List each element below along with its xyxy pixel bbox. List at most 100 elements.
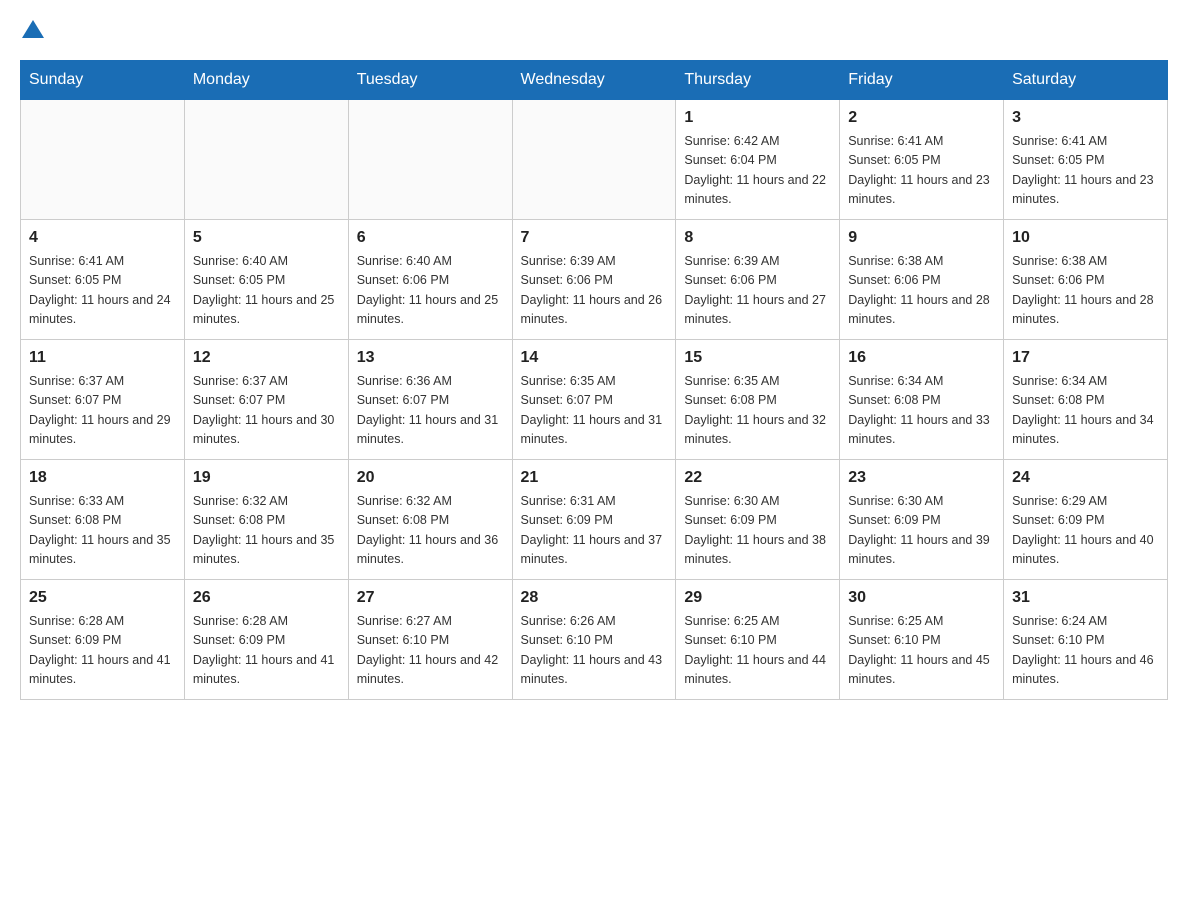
- day-info: Sunrise: 6:25 AM Sunset: 6:10 PM Dayligh…: [848, 612, 995, 690]
- calendar-cell: [184, 100, 348, 220]
- calendar-cell: 26Sunrise: 6:28 AM Sunset: 6:09 PM Dayli…: [184, 580, 348, 700]
- calendar-week-row: 18Sunrise: 6:33 AM Sunset: 6:08 PM Dayli…: [21, 460, 1168, 580]
- day-header-tuesday: Tuesday: [348, 61, 512, 100]
- day-number: 14: [521, 346, 668, 370]
- calendar-week-row: 25Sunrise: 6:28 AM Sunset: 6:09 PM Dayli…: [21, 580, 1168, 700]
- day-info: Sunrise: 6:37 AM Sunset: 6:07 PM Dayligh…: [193, 372, 340, 450]
- calendar-cell: 11Sunrise: 6:37 AM Sunset: 6:07 PM Dayli…: [21, 340, 185, 460]
- day-number: 6: [357, 226, 504, 250]
- day-number: 8: [684, 226, 831, 250]
- day-info: Sunrise: 6:42 AM Sunset: 6:04 PM Dayligh…: [684, 132, 831, 210]
- day-number: 7: [521, 226, 668, 250]
- calendar-cell: 9Sunrise: 6:38 AM Sunset: 6:06 PM Daylig…: [840, 220, 1004, 340]
- day-number: 28: [521, 586, 668, 610]
- day-number: 23: [848, 466, 995, 490]
- calendar-cell: 23Sunrise: 6:30 AM Sunset: 6:09 PM Dayli…: [840, 460, 1004, 580]
- day-number: 1: [684, 106, 831, 130]
- day-number: 19: [193, 466, 340, 490]
- day-number: 11: [29, 346, 176, 370]
- day-number: 2: [848, 106, 995, 130]
- day-info: Sunrise: 6:36 AM Sunset: 6:07 PM Dayligh…: [357, 372, 504, 450]
- day-info: Sunrise: 6:40 AM Sunset: 6:05 PM Dayligh…: [193, 252, 340, 330]
- day-number: 30: [848, 586, 995, 610]
- day-info: Sunrise: 6:26 AM Sunset: 6:10 PM Dayligh…: [521, 612, 668, 690]
- day-info: Sunrise: 6:30 AM Sunset: 6:09 PM Dayligh…: [848, 492, 995, 570]
- day-info: Sunrise: 6:30 AM Sunset: 6:09 PM Dayligh…: [684, 492, 831, 570]
- calendar-cell: 4Sunrise: 6:41 AM Sunset: 6:05 PM Daylig…: [21, 220, 185, 340]
- day-number: 13: [357, 346, 504, 370]
- day-header-wednesday: Wednesday: [512, 61, 676, 100]
- day-number: 21: [521, 466, 668, 490]
- day-number: 12: [193, 346, 340, 370]
- calendar-cell: 3Sunrise: 6:41 AM Sunset: 6:05 PM Daylig…: [1004, 100, 1168, 220]
- day-number: 10: [1012, 226, 1159, 250]
- calendar-cell: 1Sunrise: 6:42 AM Sunset: 6:04 PM Daylig…: [676, 100, 840, 220]
- day-info: Sunrise: 6:39 AM Sunset: 6:06 PM Dayligh…: [684, 252, 831, 330]
- calendar-cell: 30Sunrise: 6:25 AM Sunset: 6:10 PM Dayli…: [840, 580, 1004, 700]
- calendar-cell: 13Sunrise: 6:36 AM Sunset: 6:07 PM Dayli…: [348, 340, 512, 460]
- day-info: Sunrise: 6:38 AM Sunset: 6:06 PM Dayligh…: [848, 252, 995, 330]
- day-number: 3: [1012, 106, 1159, 130]
- day-number: 26: [193, 586, 340, 610]
- calendar-cell: 24Sunrise: 6:29 AM Sunset: 6:09 PM Dayli…: [1004, 460, 1168, 580]
- calendar-cell: 7Sunrise: 6:39 AM Sunset: 6:06 PM Daylig…: [512, 220, 676, 340]
- calendar-cell: [512, 100, 676, 220]
- day-number: 24: [1012, 466, 1159, 490]
- day-info: Sunrise: 6:28 AM Sunset: 6:09 PM Dayligh…: [193, 612, 340, 690]
- calendar-cell: 10Sunrise: 6:38 AM Sunset: 6:06 PM Dayli…: [1004, 220, 1168, 340]
- calendar-cell: [21, 100, 185, 220]
- day-number: 15: [684, 346, 831, 370]
- calendar-cell: 17Sunrise: 6:34 AM Sunset: 6:08 PM Dayli…: [1004, 340, 1168, 460]
- day-info: Sunrise: 6:32 AM Sunset: 6:08 PM Dayligh…: [357, 492, 504, 570]
- calendar-cell: 14Sunrise: 6:35 AM Sunset: 6:07 PM Dayli…: [512, 340, 676, 460]
- calendar-cell: 6Sunrise: 6:40 AM Sunset: 6:06 PM Daylig…: [348, 220, 512, 340]
- day-number: 20: [357, 466, 504, 490]
- day-info: Sunrise: 6:38 AM Sunset: 6:06 PM Dayligh…: [1012, 252, 1159, 330]
- day-info: Sunrise: 6:35 AM Sunset: 6:07 PM Dayligh…: [521, 372, 668, 450]
- calendar-cell: 16Sunrise: 6:34 AM Sunset: 6:08 PM Dayli…: [840, 340, 1004, 460]
- day-info: Sunrise: 6:34 AM Sunset: 6:08 PM Dayligh…: [1012, 372, 1159, 450]
- day-number: 29: [684, 586, 831, 610]
- day-number: 9: [848, 226, 995, 250]
- day-info: Sunrise: 6:33 AM Sunset: 6:08 PM Dayligh…: [29, 492, 176, 570]
- day-info: Sunrise: 6:32 AM Sunset: 6:08 PM Dayligh…: [193, 492, 340, 570]
- day-number: 18: [29, 466, 176, 490]
- day-info: Sunrise: 6:34 AM Sunset: 6:08 PM Dayligh…: [848, 372, 995, 450]
- day-info: Sunrise: 6:29 AM Sunset: 6:09 PM Dayligh…: [1012, 492, 1159, 570]
- day-info: Sunrise: 6:37 AM Sunset: 6:07 PM Dayligh…: [29, 372, 176, 450]
- day-info: Sunrise: 6:27 AM Sunset: 6:10 PM Dayligh…: [357, 612, 504, 690]
- calendar-cell: 27Sunrise: 6:27 AM Sunset: 6:10 PM Dayli…: [348, 580, 512, 700]
- calendar-cell: 21Sunrise: 6:31 AM Sunset: 6:09 PM Dayli…: [512, 460, 676, 580]
- logo: [20, 20, 44, 40]
- day-info: Sunrise: 6:40 AM Sunset: 6:06 PM Dayligh…: [357, 252, 504, 330]
- day-number: 31: [1012, 586, 1159, 610]
- calendar-cell: 19Sunrise: 6:32 AM Sunset: 6:08 PM Dayli…: [184, 460, 348, 580]
- calendar-cell: 22Sunrise: 6:30 AM Sunset: 6:09 PM Dayli…: [676, 460, 840, 580]
- day-header-monday: Monday: [184, 61, 348, 100]
- day-info: Sunrise: 6:39 AM Sunset: 6:06 PM Dayligh…: [521, 252, 668, 330]
- calendar-cell: 2Sunrise: 6:41 AM Sunset: 6:05 PM Daylig…: [840, 100, 1004, 220]
- day-info: Sunrise: 6:31 AM Sunset: 6:09 PM Dayligh…: [521, 492, 668, 570]
- day-header-saturday: Saturday: [1004, 61, 1168, 100]
- day-info: Sunrise: 6:41 AM Sunset: 6:05 PM Dayligh…: [848, 132, 995, 210]
- day-info: Sunrise: 6:25 AM Sunset: 6:10 PM Dayligh…: [684, 612, 831, 690]
- calendar-cell: 20Sunrise: 6:32 AM Sunset: 6:08 PM Dayli…: [348, 460, 512, 580]
- day-header-friday: Friday: [840, 61, 1004, 100]
- calendar-cell: 31Sunrise: 6:24 AM Sunset: 6:10 PM Dayli…: [1004, 580, 1168, 700]
- day-number: 27: [357, 586, 504, 610]
- day-info: Sunrise: 6:35 AM Sunset: 6:08 PM Dayligh…: [684, 372, 831, 450]
- calendar-cell: 5Sunrise: 6:40 AM Sunset: 6:05 PM Daylig…: [184, 220, 348, 340]
- day-info: Sunrise: 6:41 AM Sunset: 6:05 PM Dayligh…: [29, 252, 176, 330]
- day-info: Sunrise: 6:24 AM Sunset: 6:10 PM Dayligh…: [1012, 612, 1159, 690]
- day-number: 4: [29, 226, 176, 250]
- calendar-cell: 12Sunrise: 6:37 AM Sunset: 6:07 PM Dayli…: [184, 340, 348, 460]
- calendar-cell: 28Sunrise: 6:26 AM Sunset: 6:10 PM Dayli…: [512, 580, 676, 700]
- day-number: 16: [848, 346, 995, 370]
- calendar-week-row: 11Sunrise: 6:37 AM Sunset: 6:07 PM Dayli…: [21, 340, 1168, 460]
- day-number: 5: [193, 226, 340, 250]
- calendar-week-row: 4Sunrise: 6:41 AM Sunset: 6:05 PM Daylig…: [21, 220, 1168, 340]
- day-number: 22: [684, 466, 831, 490]
- day-info: Sunrise: 6:28 AM Sunset: 6:09 PM Dayligh…: [29, 612, 176, 690]
- calendar-cell: 15Sunrise: 6:35 AM Sunset: 6:08 PM Dayli…: [676, 340, 840, 460]
- calendar-cell: 8Sunrise: 6:39 AM Sunset: 6:06 PM Daylig…: [676, 220, 840, 340]
